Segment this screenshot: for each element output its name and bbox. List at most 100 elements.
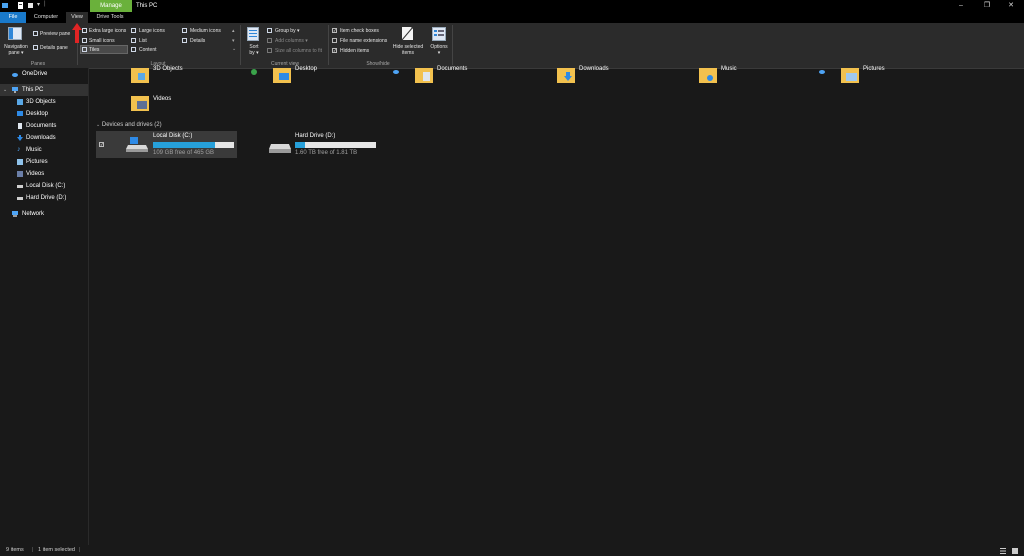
navigation-pane-dropdown[interactable]: pane ▾ (4, 50, 28, 56)
ribbon-divider (240, 25, 241, 65)
hard-disk-icon (269, 144, 291, 153)
drive-usage-fill (153, 142, 216, 148)
folder-tile-downloads[interactable]: Downloads (557, 66, 677, 96)
music-icon: ♪ (17, 146, 21, 153)
sidebar-item-label: Desktop (26, 111, 49, 117)
folder-videos-icon (131, 96, 149, 111)
folder-tile-3d-objects[interactable]: 3D Objects (131, 66, 251, 96)
drive-tile-hard-drive-d[interactable]: Hard Drive (D:) 1.60 TB free of 1.81 TB (266, 131, 407, 158)
download-icon (17, 135, 23, 141)
options-icon[interactable] (432, 27, 446, 41)
sidebar-item-documents[interactable]: Documents (0, 120, 88, 132)
computer-icon (12, 87, 18, 93)
sort-by-icon[interactable] (247, 27, 259, 41)
folder-tile-pictures[interactable]: Pictures (841, 66, 961, 96)
folder-label: Music (721, 66, 737, 72)
selection-checkbox[interactable]: ✓ (99, 142, 104, 147)
folder-tile-music[interactable]: Music (699, 66, 819, 96)
sidebar-item-this-pc[interactable]: ⌄ This PC (0, 84, 88, 96)
status-separator: | (32, 547, 34, 553)
list-option[interactable]: List (139, 38, 147, 44)
folder-label: Pictures (863, 66, 885, 72)
sidebar-item-label: Music (26, 147, 42, 153)
layout-scroll-up-icon[interactable]: ▴ (232, 28, 235, 34)
properties-icon[interactable] (17, 2, 24, 9)
sidebar-item-local-disk-c[interactable]: Local Disk (C:) (0, 180, 88, 192)
tab-file[interactable]: File (0, 12, 26, 23)
add-columns-button[interactable]: Add columns ▾ (275, 38, 308, 44)
group-by-button[interactable]: Group by ▾ (275, 28, 299, 34)
layout-scroll-down-icon[interactable]: ▾ (232, 38, 235, 44)
devices-and-drives-header[interactable]: ⌄ Devices and drives (2) (96, 122, 162, 128)
navigation-pane-icon[interactable] (8, 27, 22, 40)
content-icon (131, 47, 136, 52)
hidden-items-checkbox[interactable]: ✓ (332, 48, 337, 53)
medium-icons-option[interactable]: Medium icons (190, 28, 221, 34)
minimize-button[interactable]: – (950, 0, 972, 12)
sidebar-item-label: Downloads (26, 135, 56, 141)
details-icon (182, 38, 187, 43)
drive-free-space: 1.60 TB free of 1.81 TB (295, 150, 358, 156)
sidebar-item-3d-objects[interactable]: 3D Objects (0, 96, 88, 108)
sidebar-item-pictures[interactable]: Pictures (0, 156, 88, 168)
add-columns-icon (267, 38, 272, 43)
extra-large-icons-option[interactable]: Extra large icons (89, 28, 126, 34)
desktop-icon (17, 111, 23, 116)
content-option[interactable]: Content (139, 47, 157, 53)
hide-selected-items-label-2[interactable]: items (389, 50, 427, 56)
large-icons-option[interactable]: Large icons (139, 28, 165, 34)
preview-pane-button[interactable]: Preview pane (40, 31, 70, 37)
file-name-extensions-checkbox[interactable] (332, 38, 337, 43)
tab-drive-tools[interactable]: Drive Tools (92, 12, 128, 23)
details-option[interactable]: Details (190, 38, 205, 44)
drive-usage-bar (153, 142, 234, 148)
small-icons-icon (82, 38, 87, 43)
layout-expand-icon[interactable]: ⌄ (232, 46, 236, 52)
network-icon (12, 211, 18, 217)
new-folder-icon[interactable] (27, 2, 34, 9)
sidebar-item-hard-drive-d[interactable]: Hard Drive (D:) (0, 192, 88, 204)
folder-tile-desktop[interactable]: Desktop (273, 66, 393, 96)
folder-downloads-icon (557, 68, 575, 83)
preview-pane-icon (33, 31, 38, 36)
quick-access-dropdown-icon[interactable]: ▾ (37, 1, 40, 8)
folder-desktop-icon (273, 68, 291, 83)
tab-view[interactable]: View (66, 12, 88, 23)
sidebar-item-label: 3D Objects (26, 99, 56, 105)
maximize-button[interactable]: ❐ (976, 0, 998, 12)
sidebar-item-downloads[interactable]: Downloads (0, 132, 88, 144)
item-check-boxes-checkbox[interactable]: ✓ (332, 28, 337, 33)
details-pane-button[interactable]: Details pane (40, 45, 68, 51)
drive-usage-fill (295, 142, 305, 148)
sidebar-item-label: Hard Drive (D:) (26, 195, 67, 201)
close-button[interactable]: ✕ (1000, 0, 1022, 12)
group-by-icon (267, 28, 272, 33)
chevron-down-icon[interactable]: ⌄ (3, 84, 7, 96)
small-icons-option[interactable]: Small icons (89, 38, 115, 44)
chevron-down-icon[interactable]: ⌄ (96, 122, 100, 128)
options-dropdown-icon[interactable]: ▾ (428, 50, 450, 56)
folder-music-icon (699, 68, 717, 83)
tab-computer[interactable]: Computer (30, 12, 62, 23)
folder-tile-documents[interactable]: Documents (415, 66, 535, 96)
hide-selected-items-icon[interactable] (401, 26, 414, 41)
folder-3d-objects-icon (131, 68, 149, 83)
folder-tile-videos[interactable]: Videos (131, 94, 251, 124)
size-all-columns-button[interactable]: Size all columns to fit (275, 48, 322, 54)
sidebar-item-label: Network (22, 211, 45, 217)
tiles-option[interactable]: Tiles (89, 47, 99, 53)
sidebar-item-videos[interactable]: Videos (0, 168, 88, 180)
sidebar-item-network[interactable]: Network (0, 208, 88, 220)
file-name-extensions-label: File name extensions (340, 38, 388, 44)
sort-by-dropdown[interactable]: by ▾ (245, 50, 263, 56)
manage-contextual-tab[interactable]: Manage (90, 0, 132, 12)
sidebar-item-music[interactable]: ♪ Music (0, 144, 88, 156)
drive-tile-local-disk-c[interactable]: ✓ Local Disk (C:) 109 GB free of 465 GB (96, 131, 237, 158)
sidebar-item-desktop[interactable]: Desktop (0, 108, 88, 120)
folder-label: Downloads (579, 66, 609, 72)
sidebar-item-onedrive[interactable]: OneDrive (0, 68, 88, 80)
panes-group-label: Panes (30, 61, 46, 67)
large-icons-view-icon[interactable] (1012, 548, 1018, 554)
details-view-icon[interactable] (1000, 548, 1006, 554)
sidebar-item-label: This PC (22, 87, 44, 93)
